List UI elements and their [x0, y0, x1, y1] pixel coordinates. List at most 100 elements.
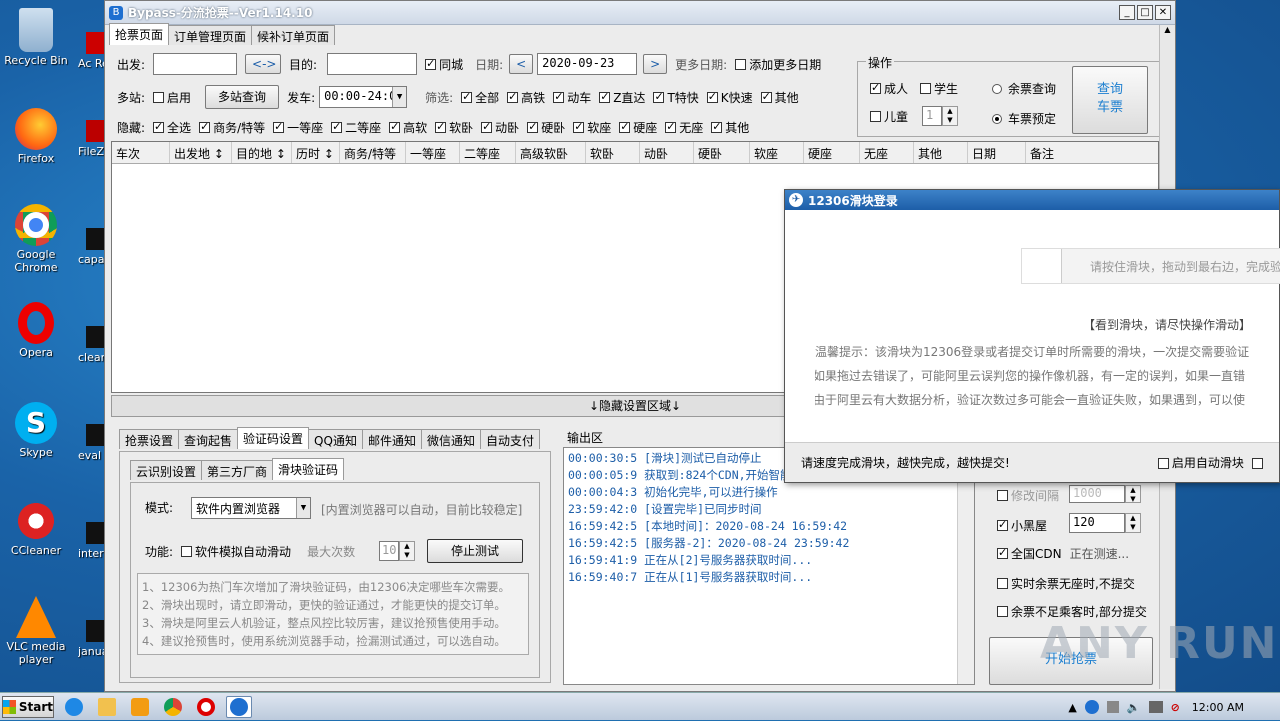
filter-checkbox[interactable] — [653, 90, 665, 103]
partial-submit-checkbox[interactable] — [997, 606, 1008, 617]
col-from[interactable]: 出发地 ↕ — [170, 142, 232, 163]
subtab-slider[interactable]: 滑块验证码 — [272, 458, 345, 480]
dialog-extra-checkbox[interactable] — [1251, 458, 1263, 469]
desktop-icon-clipped[interactable]: FileZ — [78, 120, 106, 158]
maximize-button[interactable]: □ — [1137, 5, 1153, 20]
desktop-icon-recycle-bin[interactable]: Recycle Bin — [0, 8, 72, 67]
max-times-spinner[interactable]: ▲ ▼ — [399, 541, 415, 561]
col-soft-seat[interactable]: 软座 — [750, 142, 804, 163]
xiaoheiwu-input[interactable]: 120 — [1069, 513, 1125, 533]
log-scrollbar[interactable] — [957, 448, 974, 684]
desktop-icon-firefox[interactable]: Firefox — [0, 108, 72, 165]
swap-button[interactable]: <-> — [245, 54, 282, 74]
col-other[interactable]: 其他 — [914, 142, 968, 163]
tab-captcha-settings[interactable]: 验证码设置 — [237, 427, 310, 449]
col-second[interactable]: 二等座 — [460, 142, 516, 163]
desktop-icon-clipped[interactable]: capac — [78, 228, 106, 266]
hide-checkbox[interactable] — [619, 120, 631, 133]
desktop-icon-clipped[interactable]: Ac Rea — [78, 32, 106, 70]
next-date-button[interactable]: > — [643, 54, 668, 74]
hide-checkbox[interactable] — [665, 120, 677, 133]
col-to[interactable]: 目的地 ↕ — [232, 142, 292, 163]
hide-checkbox[interactable] — [389, 120, 401, 133]
auto-slide-checkbox[interactable] — [181, 546, 193, 557]
col-train[interactable]: 车次 — [112, 142, 170, 163]
col-remark[interactable]: 备注 — [1026, 142, 1106, 163]
prev-date-button[interactable]: < — [509, 54, 534, 74]
hide-checkbox[interactable] — [153, 120, 165, 133]
desktop-icon-ccleaner[interactable]: CCleaner — [0, 500, 72, 557]
same-city-checkbox[interactable] — [425, 57, 437, 70]
multistation-enable-checkbox[interactable] — [153, 91, 165, 103]
tray-warning-icon[interactable]: ⊘ — [1171, 701, 1180, 714]
dialog-title-bar[interactable]: ✈ 12306滑块登录 — [785, 190, 1279, 210]
stop-test-button[interactable]: 停止测试 — [427, 539, 523, 563]
interval-checkbox[interactable] — [997, 490, 1008, 501]
col-first[interactable]: 一等座 — [406, 142, 460, 163]
desktop-icon-clipped[interactable]: janua — [78, 620, 106, 658]
col-date[interactable]: 日期 — [968, 142, 1026, 163]
tab-ticket-settings[interactable]: 抢票设置 — [119, 429, 180, 449]
desktop-icon-skype[interactable]: S Skype — [0, 402, 72, 459]
date-input[interactable]: 2020-09-23 — [537, 53, 638, 75]
desktop-icon-clipped[interactable]: clean — [78, 326, 106, 364]
start-button[interactable]: Start — [2, 695, 54, 718]
hide-checkbox[interactable] — [199, 120, 211, 133]
taskbar-explorer[interactable] — [94, 696, 120, 718]
no-seat-checkbox[interactable] — [997, 578, 1008, 589]
minimize-button[interactable]: _ — [1119, 5, 1135, 20]
tab-waitlist[interactable]: 候补订单页面 — [251, 25, 336, 45]
auto-slide-dialog-checkbox[interactable] — [1157, 458, 1169, 469]
desktop-icon-chrome[interactable]: Google Chrome — [0, 204, 72, 274]
cdn-checkbox[interactable] — [997, 546, 1008, 559]
xiaoheiwu-checkbox[interactable] — [997, 518, 1008, 531]
col-duration[interactable]: 历时 ↕ — [292, 142, 340, 163]
tray-expand-icon[interactable]: ▲ — [1068, 701, 1076, 714]
child-count-spinner[interactable]: ▲ ▼ — [942, 106, 958, 126]
hide-checkbox[interactable] — [435, 120, 447, 133]
student-checkbox[interactable] — [920, 83, 931, 94]
hide-checkbox[interactable] — [711, 120, 723, 133]
filter-checkbox[interactable] — [706, 90, 718, 103]
taskbar-media[interactable] — [127, 696, 153, 718]
scroll-up-icon[interactable]: ▲ — [1160, 25, 1175, 34]
multistation-query-button[interactable]: 多站查询 — [205, 85, 280, 109]
hide-checkbox[interactable] — [481, 120, 493, 133]
hide-checkbox[interactable] — [527, 120, 539, 133]
col-hard-sleeper[interactable]: 硬卧 — [694, 142, 750, 163]
tab-qq-notify[interactable]: QQ通知 — [308, 429, 363, 449]
network-icon[interactable] — [1148, 701, 1163, 713]
taskbar-ie[interactable] — [61, 696, 87, 718]
volume-icon[interactable]: 🔈 — [1127, 701, 1141, 714]
desktop-icon-vlc[interactable]: VLC media player — [0, 596, 72, 666]
query-tickets-button[interactable]: 查询 车票 — [1072, 66, 1148, 134]
tab-query-sale[interactable]: 查询起售 — [178, 429, 239, 449]
clock[interactable]: 12:00 AM — [1192, 701, 1244, 714]
remaining-query-radio[interactable] — [992, 83, 1002, 94]
adult-checkbox[interactable] — [870, 81, 881, 94]
col-emu-sleeper[interactable]: 动卧 — [640, 142, 694, 163]
add-more-dates-checkbox[interactable] — [735, 58, 747, 70]
desktop-icon-clipped[interactable]: eval — [78, 424, 106, 462]
mode-select[interactable]: 软件内置浏览器 ▼ — [191, 497, 311, 519]
tab-email-notify[interactable]: 邮件通知 — [361, 429, 422, 449]
taskbar-bypass[interactable] — [226, 695, 252, 718]
depart-select[interactable]: 00:00-24:00 ▼ — [319, 86, 408, 108]
tray-flag-icon[interactable] — [1106, 701, 1119, 713]
tray-app-icon[interactable] — [1084, 700, 1099, 714]
col-soft-sleeper[interactable]: 软卧 — [586, 142, 640, 163]
filter-checkbox[interactable] — [553, 90, 565, 103]
desktop-icon-opera[interactable]: Opera — [0, 302, 72, 359]
notes-textarea[interactable]: 1、12306为热门车次增加了滑块验证码，由12306决定哪些车次需要。 2、滑… — [137, 573, 529, 655]
subtab-cloud[interactable]: 云识别设置 — [130, 460, 203, 480]
taskbar-opera[interactable] — [193, 696, 219, 718]
max-times-input[interactable]: 10 — [379, 541, 399, 561]
slider-handle[interactable] — [1022, 249, 1062, 283]
tab-ticket[interactable]: 抢票页面 — [109, 23, 170, 45]
from-input[interactable] — [153, 53, 238, 75]
filter-checkbox[interactable] — [461, 90, 473, 103]
hide-checkbox[interactable] — [273, 120, 285, 133]
ticket-booking-radio[interactable] — [992, 113, 1002, 124]
title-bar[interactable]: B Bypass-分流抢票--Ver1.14.10 _ □ ✕ — [105, 1, 1175, 25]
tab-auto-pay[interactable]: 自动支付 — [479, 429, 540, 449]
